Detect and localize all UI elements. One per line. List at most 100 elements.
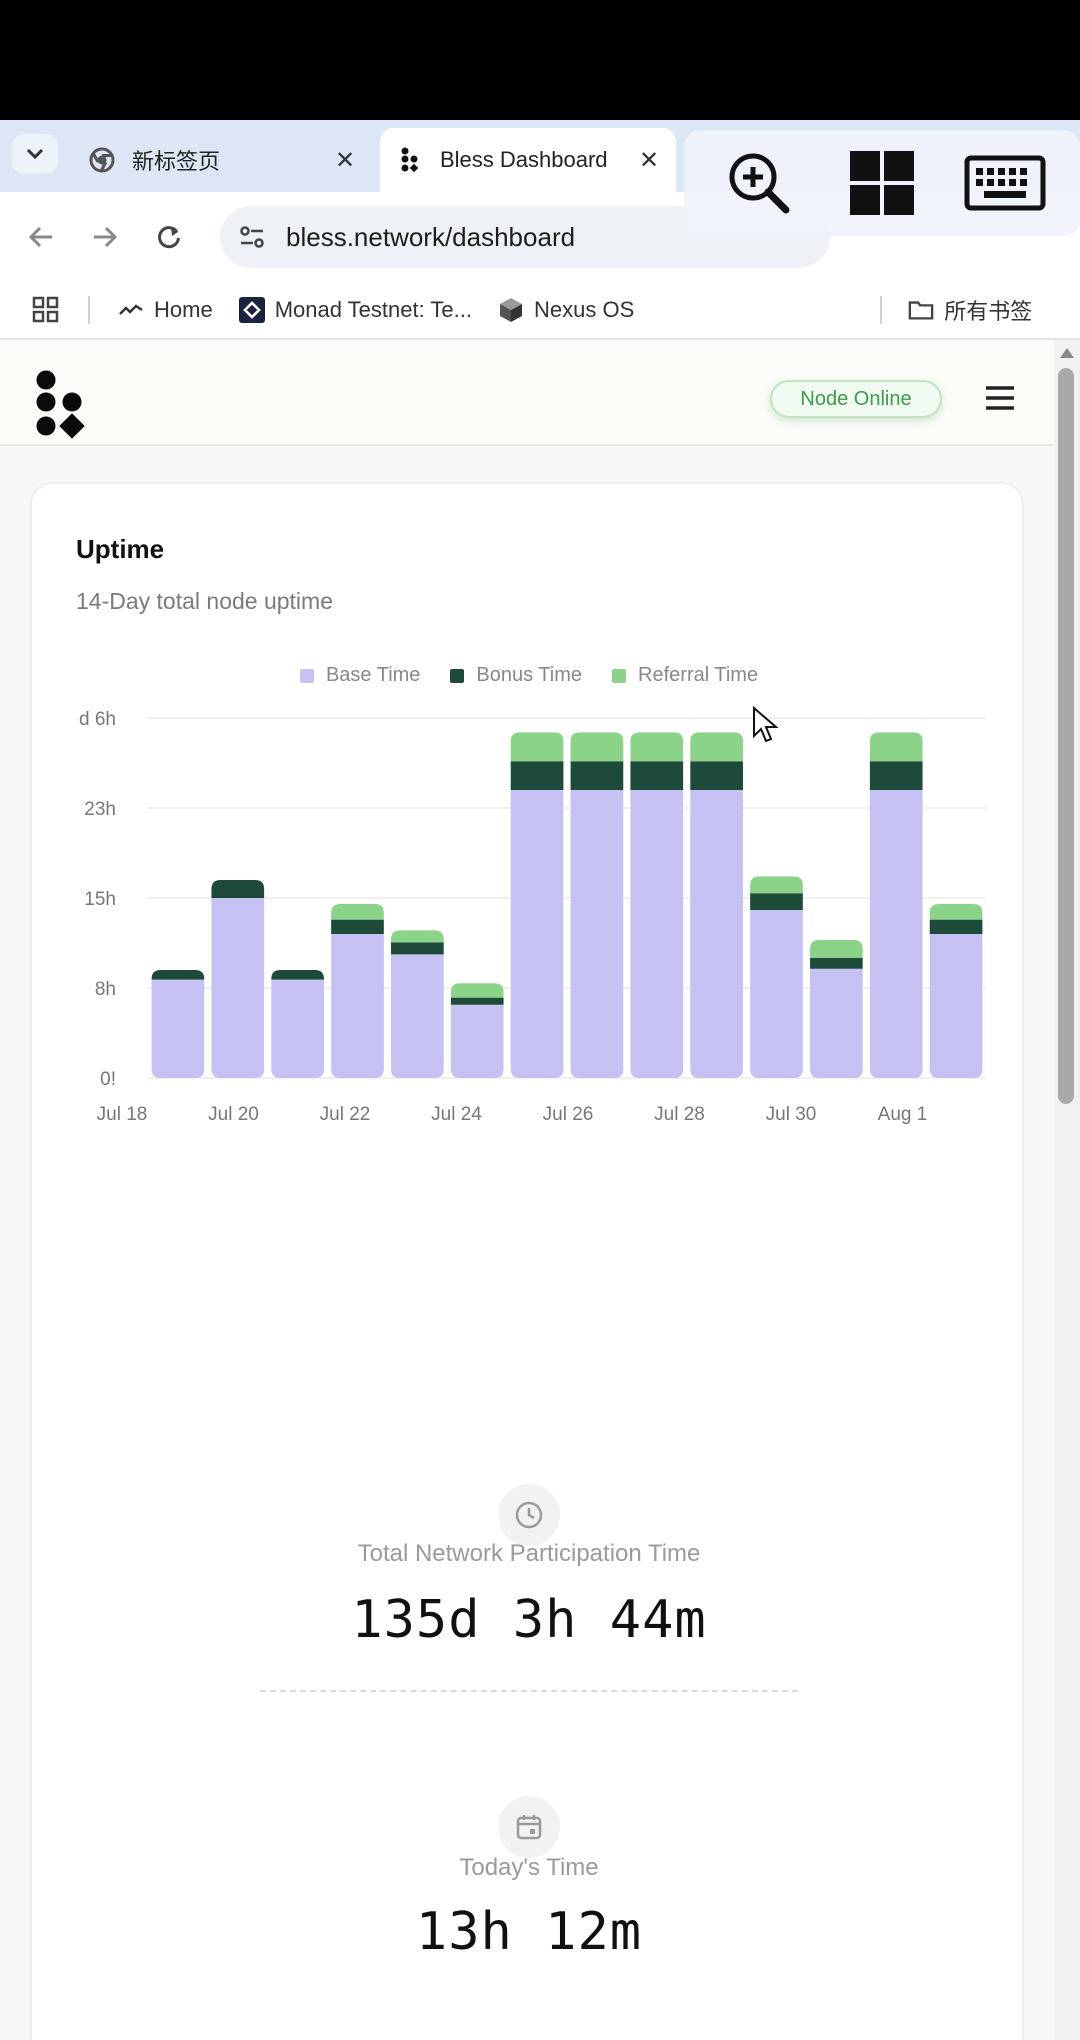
bar-segment-base-time[interactable] [391, 954, 444, 1078]
bar-segment-base-time[interactable] [810, 968, 863, 1078]
bar-segment-referral-time[interactable] [750, 876, 803, 894]
bar-segment-referral-time[interactable] [450, 983, 504, 998]
today-time-label: Today's Time [459, 1854, 599, 1881]
bar-segment-referral-time[interactable] [331, 904, 384, 920]
calendar-icon [516, 1815, 542, 1840]
forward-button[interactable] [84, 216, 126, 258]
back-button[interactable] [20, 216, 62, 258]
uptime-bar-chart: 0! 8h 15h 23h d 6h Jul 18 Jul 20 Jul 22 Jul 24 Ju… [79, 709, 986, 1125]
x-tick-label: Jul 30 [766, 1104, 817, 1125]
bar-segment-referral-time[interactable] [690, 732, 743, 762]
bar-segment-bonus-time[interactable] [810, 958, 863, 969]
bookmark-label: Home [154, 297, 213, 322]
windows-button[interactable] [832, 138, 932, 228]
remote-toolbar [684, 130, 1080, 236]
zoom-in-icon [729, 153, 790, 214]
folder-icon [908, 297, 934, 323]
bookmark-nexus[interactable]: Nexus OS [498, 297, 634, 323]
tab-new-tab[interactable]: 新标签页 ✕ [72, 128, 372, 192]
zoom-in-button[interactable] [709, 138, 809, 228]
bar-segment-bonus-time[interactable] [690, 761, 743, 790]
monad-icon [238, 297, 265, 323]
bar-segment-referral-time[interactable] [630, 732, 684, 762]
back-arrow-icon [28, 226, 52, 248]
status-bar-area [0, 0, 1080, 120]
bar-segment-bonus-time[interactable] [331, 919, 384, 934]
bookmarks-divider [880, 296, 883, 324]
x-tick-label: Jul 24 [431, 1104, 482, 1125]
bar-segment-base-time[interactable] [271, 979, 324, 1078]
mouse-cursor-icon [753, 706, 778, 743]
bar-segment-referral-time[interactable] [810, 940, 863, 958]
keyboard-icon [964, 155, 1046, 211]
bar-segment-bonus-time[interactable] [570, 761, 624, 790]
uptime-card: Uptime 14-Day total node uptime Base Tim… [30, 482, 1024, 2040]
bar-segment-base-time[interactable] [630, 790, 684, 1078]
bar-segment-referral-time[interactable] [929, 904, 983, 920]
bar-segment-bonus-time[interactable] [510, 761, 564, 790]
scroll-thumb[interactable] [1058, 368, 1074, 1104]
bar-segment-referral-time[interactable] [869, 732, 923, 762]
tab-label: Bless Dashboard [440, 147, 608, 172]
bar-segment-bonus-time[interactable] [391, 942, 444, 955]
legend-item-base[interactable]: Base Time [299, 664, 420, 687]
bar-segment-base-time[interactable] [510, 790, 564, 1078]
bar-segment-bonus-time[interactable] [750, 893, 803, 910]
close-icon[interactable]: ✕ [328, 146, 362, 175]
bar-segment-base-time[interactable] [450, 1004, 504, 1078]
bookmark-label: Monad Testnet: Te... [274, 297, 472, 322]
bar-segment-bonus-time[interactable] [630, 761, 684, 790]
tab-bless-dashboard[interactable]: Bless Dashboard ✕ [380, 128, 676, 192]
hamburger-menu-icon[interactable] [984, 384, 1016, 412]
bar-segment-referral-time[interactable] [570, 732, 624, 762]
bar-segment-base-time[interactable] [211, 898, 265, 1078]
cube-icon [498, 297, 524, 323]
bookmarks-bar: Home Monad Testnet: Te... Nexus OS 所有书签 [0, 282, 1080, 340]
chevron-down-icon [26, 148, 44, 160]
bar-segment-bonus-time[interactable] [271, 970, 324, 980]
close-icon[interactable]: ✕ [632, 146, 666, 175]
today-time-value: 13h 12m [415, 1902, 643, 1962]
apps-button[interactable] [32, 296, 60, 324]
bar-segment-base-time[interactable] [331, 934, 384, 1078]
bar-segment-base-time[interactable] [151, 979, 205, 1078]
tab-search-button[interactable] [12, 134, 58, 174]
bar-segment-referral-time[interactable] [510, 732, 564, 762]
legend-item-bonus[interactable]: Bonus Time [450, 664, 582, 687]
bar-segment-bonus-time[interactable] [450, 997, 504, 1005]
legend-swatch [450, 668, 465, 683]
x-tick-label: Jul 20 [208, 1104, 259, 1125]
bar-segment-base-time[interactable] [570, 790, 624, 1078]
scroll-up-arrow-icon[interactable] [1060, 348, 1074, 358]
bar-segment-base-time[interactable] [750, 910, 803, 1078]
y-tick-label: 15h [84, 889, 116, 910]
bookmark-home[interactable]: Home [118, 297, 213, 323]
bar-segment-referral-time[interactable] [391, 930, 444, 943]
legend-label: Bonus Time [476, 664, 583, 686]
bar-segment-bonus-time[interactable] [151, 970, 205, 980]
keyboard-button[interactable] [955, 138, 1055, 228]
forward-arrow-icon [94, 226, 118, 248]
x-tick-label: Jul 28 [654, 1104, 705, 1125]
bar-segment-base-time[interactable] [929, 934, 983, 1078]
browser-window: 新标签页 ✕ Bless Dashboard ✕ bless.network/d… [0, 120, 1080, 2040]
clock-icon [515, 1501, 543, 1529]
site-settings-icon[interactable] [232, 217, 272, 257]
x-tick-label: Jul 18 [97, 1104, 148, 1125]
apps-grid-icon [32, 296, 59, 323]
y-tick-label: d 6h [79, 709, 116, 730]
bar-segment-bonus-time[interactable] [211, 880, 265, 898]
bar-segment-bonus-time[interactable] [929, 919, 983, 934]
legend-item-referral[interactable]: Referral Time [612, 664, 758, 687]
all-bookmarks-folder[interactable]: 所有书签 [908, 294, 1032, 326]
bar-segment-base-time[interactable] [869, 790, 923, 1078]
page-scrollbar[interactable] [1054, 340, 1080, 2040]
bookmarks-divider [88, 296, 90, 324]
app-header: Node Online [0, 340, 1054, 446]
card-subtitle: 14-Day total node uptime [76, 588, 333, 614]
legend-swatch [299, 668, 314, 683]
bookmark-monad[interactable]: Monad Testnet: Te... [238, 297, 472, 323]
bar-segment-bonus-time[interactable] [869, 761, 923, 790]
reload-button[interactable] [148, 216, 190, 258]
bar-segment-base-time[interactable] [690, 790, 743, 1078]
